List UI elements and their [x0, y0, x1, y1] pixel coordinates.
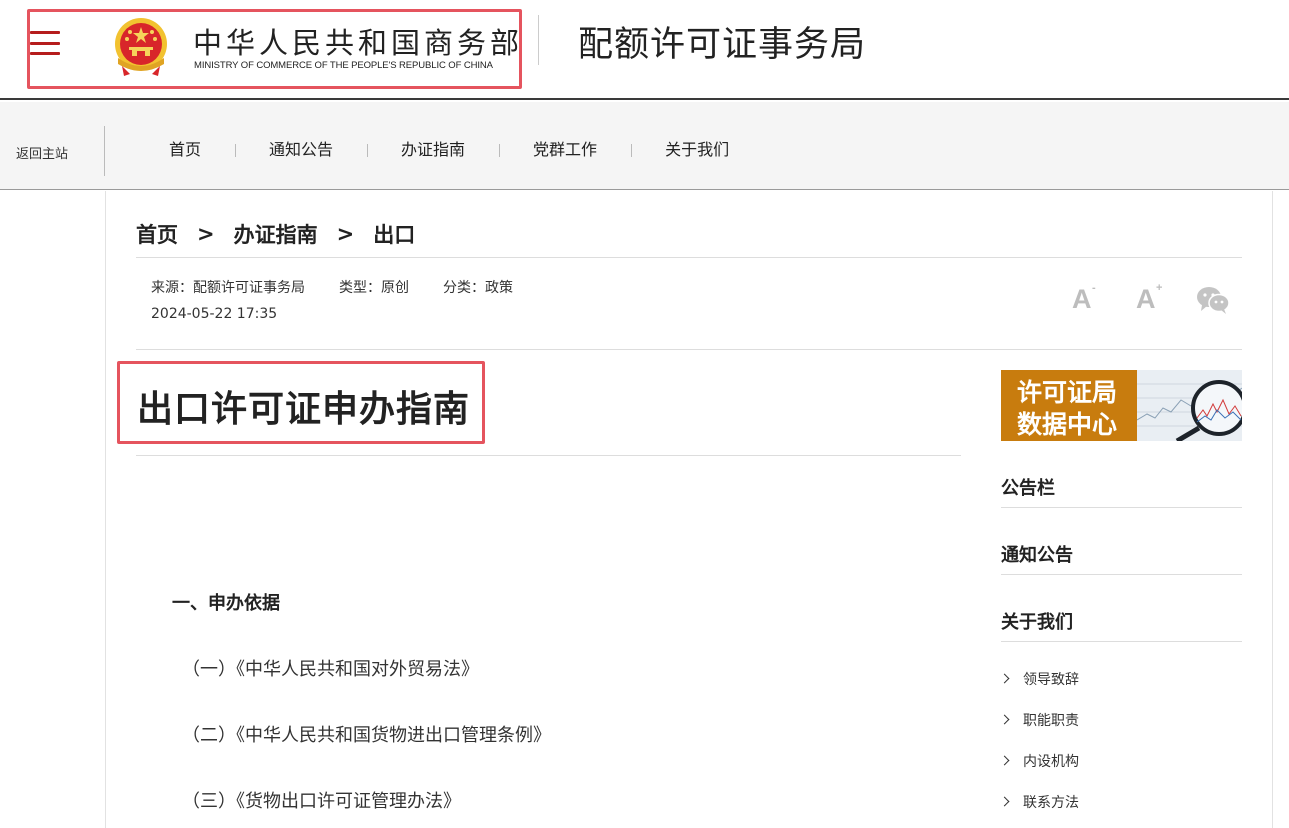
nav-item-about[interactable]: 关于我们 — [631, 139, 763, 161]
nav-items: 首页 通知公告 办证指南 党群工作 关于我们 — [135, 139, 763, 161]
divider — [136, 349, 1242, 350]
font-increase-button[interactable]: A + — [1136, 282, 1166, 315]
font-decrease-sign: - — [1092, 282, 1096, 294]
nav-item-notices[interactable]: 通知公告 — [235, 139, 367, 161]
nav-item-home[interactable]: 首页 — [135, 139, 235, 161]
divider — [1001, 641, 1242, 642]
nav-item-party[interactable]: 党群工作 — [499, 139, 631, 161]
breadcrumb-export[interactable]: 出口 — [373, 219, 415, 249]
divider — [1001, 574, 1242, 575]
nav-divider — [104, 126, 105, 176]
article-tools: A- A + — [1072, 282, 1230, 315]
article-clause: （三）《货物出口许可证管理办法》 — [182, 791, 461, 812]
section-heading: 一、申办依据 — [172, 593, 280, 614]
about-item-label: 联系方法 — [1023, 794, 1079, 811]
wechat-icon[interactable] — [1196, 285, 1230, 315]
sidebar-heading-about[interactable]: 关于我们 — [1001, 608, 1073, 634]
magnifier-chart-image — [1137, 370, 1242, 441]
divider — [136, 455, 961, 456]
bureau-title: 配额许可证事务局 — [578, 25, 867, 65]
breadcrumb-separator: > — [197, 222, 215, 246]
about-item-label: 内设机构 — [1023, 753, 1079, 770]
banner-line-1: 许可证局 — [1017, 378, 1118, 407]
national-emblem-icon[interactable] — [110, 14, 172, 78]
meta-date: 2024-05-22 17:35 — [151, 306, 278, 322]
about-item-label: 领导致辞 — [1023, 671, 1079, 688]
meta-source: 来源：配额许可证事务局 — [151, 280, 305, 296]
about-item-contact[interactable]: 联系方法 — [999, 781, 1079, 822]
font-decrease-button[interactable]: A- — [1072, 282, 1102, 315]
chevron-right-icon — [999, 714, 1010, 725]
font-increase-label: A — [1136, 284, 1156, 314]
header-divider — [538, 15, 539, 65]
font-decrease-label: A — [1072, 284, 1092, 314]
chevron-right-icon — [999, 755, 1010, 766]
hamburger-menu-icon[interactable] — [30, 31, 60, 55]
main-nav: 返回主站 首页 通知公告 办证指南 党群工作 关于我们 — [0, 102, 1289, 190]
about-item-departments[interactable]: 内设机构 — [999, 740, 1079, 781]
nav-item-guide[interactable]: 办证指南 — [367, 139, 499, 161]
article-clause: （一）《中华人民共和国对外贸易法》 — [182, 659, 479, 680]
data-center-banner[interactable]: 许可证局 数据中心 — [1001, 370, 1242, 441]
meta-category: 分类：政策 — [443, 280, 513, 296]
font-increase-sign: + — [1156, 282, 1163, 294]
banner-left: 许可证局 数据中心 — [1001, 370, 1137, 441]
about-item-leader-speech[interactable]: 领导致辞 — [999, 658, 1079, 699]
about-list: 领导致辞 职能职责 内设机构 联系方法 — [999, 658, 1079, 822]
site-header: 中华人民共和国商务部 MINISTRY OF COMMERCE OF THE P… — [0, 0, 1289, 100]
chevron-right-icon — [999, 673, 1010, 684]
chevron-right-icon — [999, 796, 1010, 807]
sidebar-heading-notices[interactable]: 通知公告 — [1001, 541, 1073, 567]
article-title: 出口许可证申办指南 — [137, 389, 471, 430]
back-home-link[interactable]: 返回主站 — [16, 143, 68, 162]
breadcrumb-separator: > — [336, 222, 355, 246]
article-meta: 来源：配额许可证事务局 类型：原创 分类：政策 — [151, 277, 547, 297]
divider — [136, 257, 1242, 258]
sidebar-heading-bulletin[interactable]: 公告栏 — [1001, 474, 1055, 500]
article-clause: （二）《中华人民共和国货物进出口管理条例》 — [182, 725, 551, 746]
breadcrumb-guide[interactable]: 办证指南 — [234, 219, 318, 249]
meta-type: 类型：原创 — [339, 280, 409, 296]
ministry-name-cn[interactable]: 中华人民共和国商务部 — [193, 20, 523, 62]
about-item-duties[interactable]: 职能职责 — [999, 699, 1079, 740]
divider — [1001, 507, 1242, 508]
breadcrumb: 首页 > 办证指南 > 出口 — [136, 219, 415, 249]
about-item-label: 职能职责 — [1023, 712, 1079, 729]
breadcrumb-home[interactable]: 首页 — [136, 219, 178, 249]
banner-line-2: 数据中心 — [1017, 410, 1118, 439]
ministry-name-en[interactable]: MINISTRY OF COMMERCE OF THE PEOPLE'S REP… — [194, 60, 493, 71]
